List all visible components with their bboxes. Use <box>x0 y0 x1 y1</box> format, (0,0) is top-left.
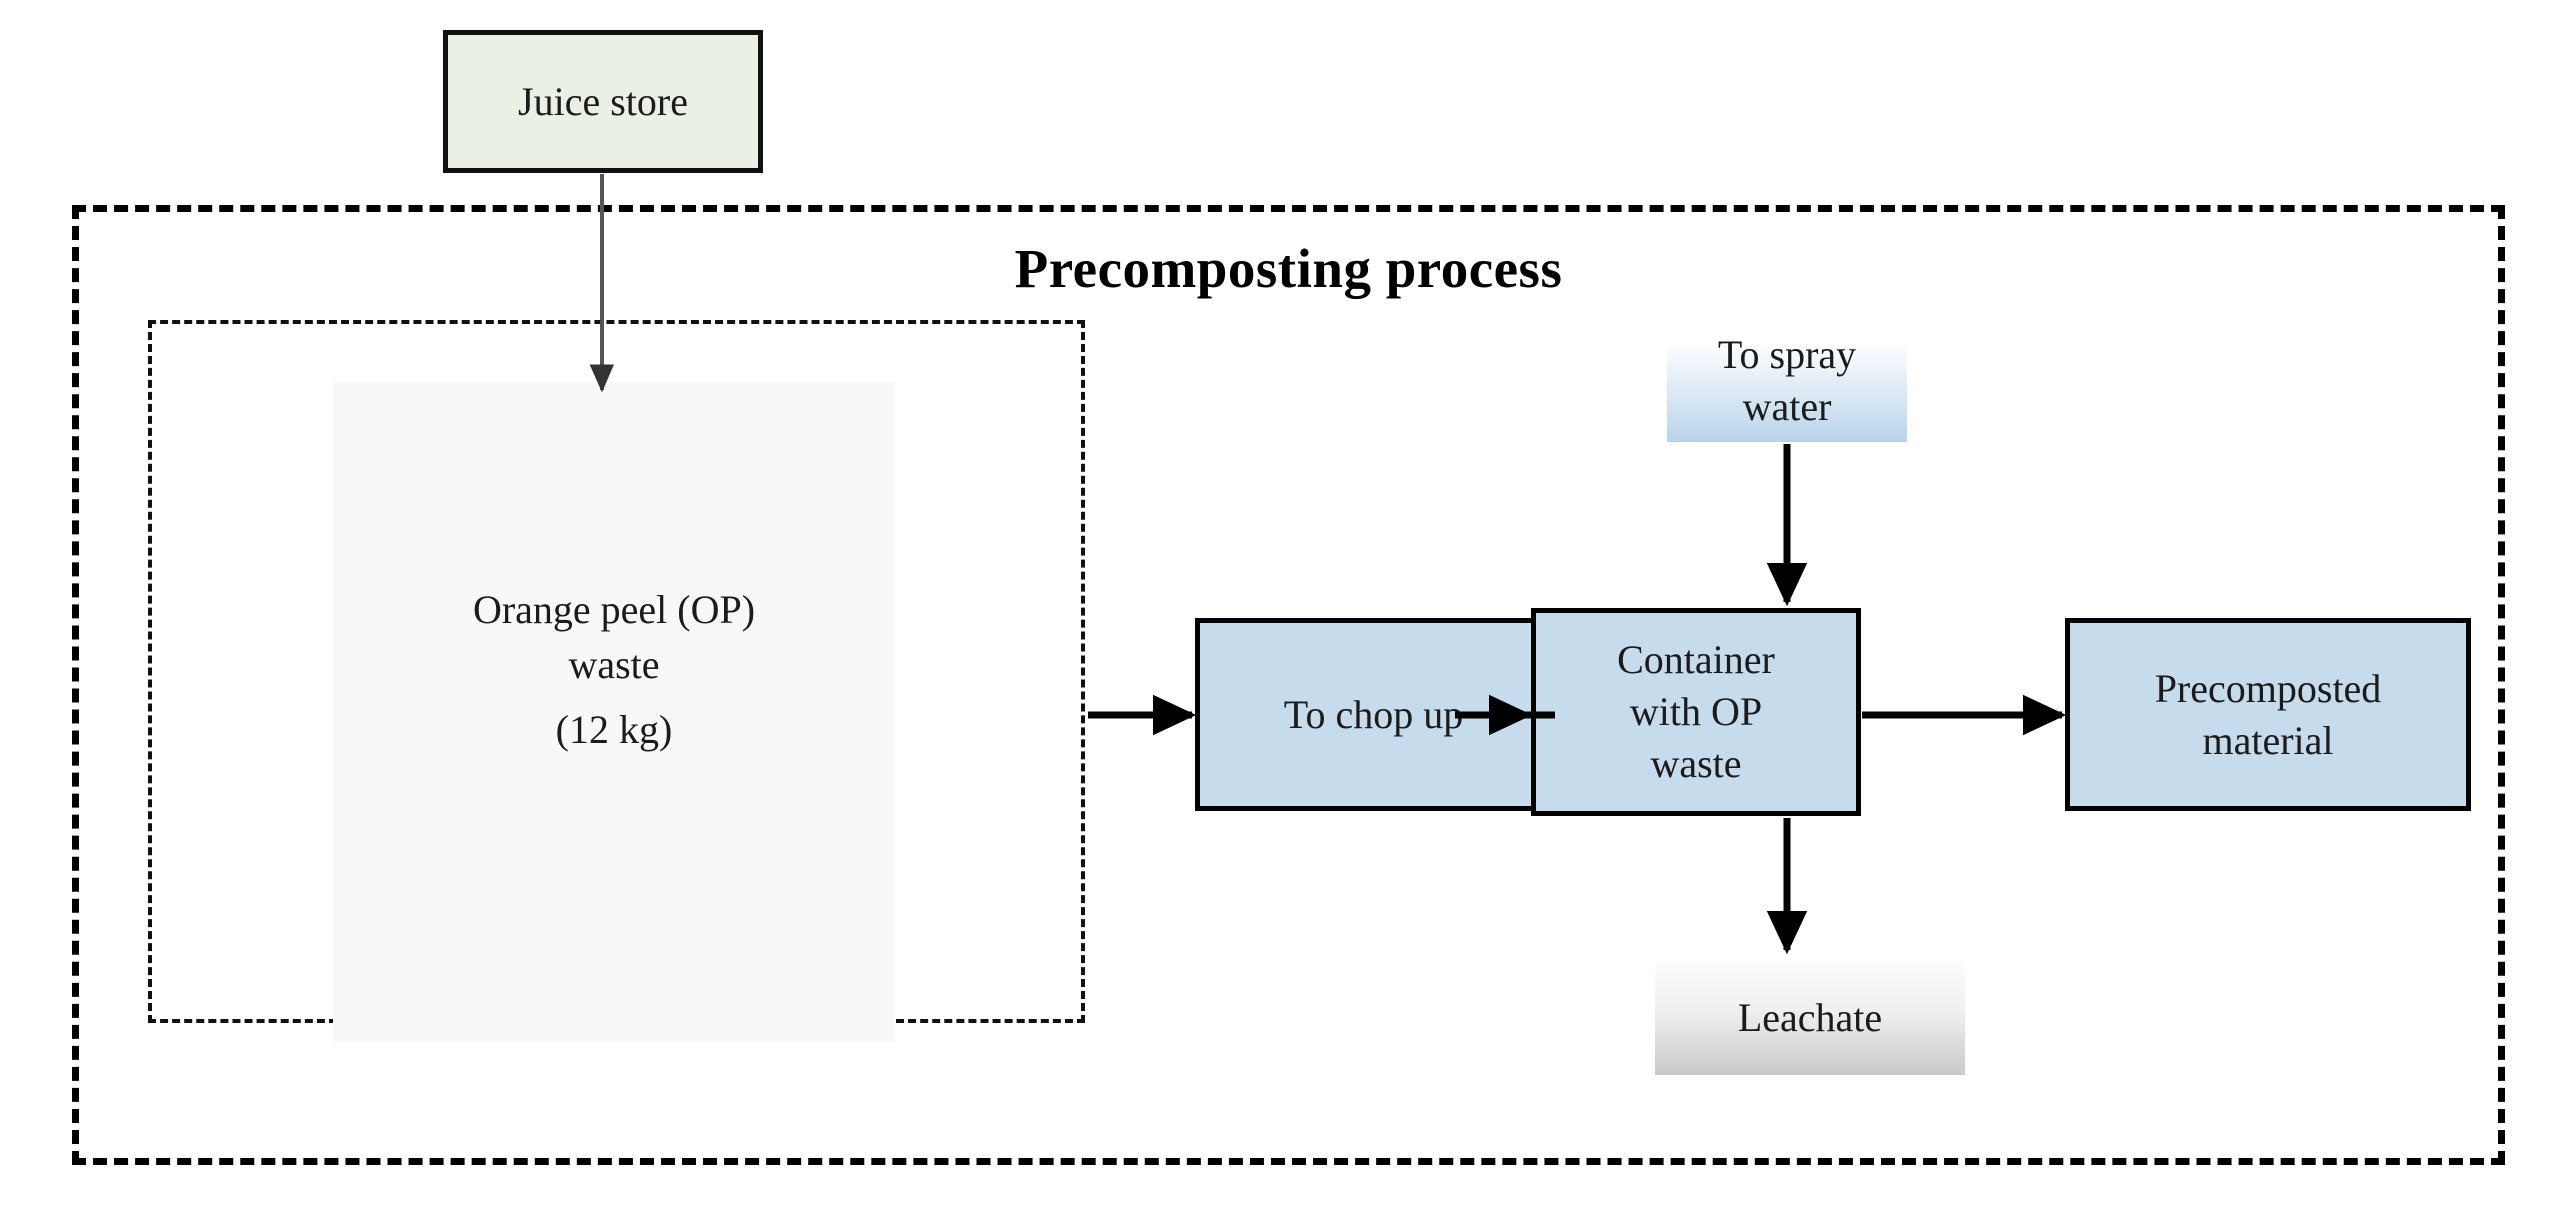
container-with-op-waste-label: Container with OP waste <box>1617 637 1775 786</box>
precomposted-material-box: Precomposted material <box>2065 618 2471 811</box>
page-title: Precomposting process <box>1014 238 1563 299</box>
container-with-op-waste-box: Container with OP waste <box>1531 608 1861 816</box>
orange-peel-waste-mass: (12 kg) <box>555 707 673 752</box>
orange-peel-waste-label: Orange peel (OP) waste <box>472 587 756 688</box>
precomposted-material-label: Precomposted material <box>2154 665 2382 763</box>
to-chop-up-box: To chop up <box>1195 618 1552 811</box>
to-chop-up-label: To chop up <box>1283 691 1464 737</box>
orange-peel-waste-panel: Orange peel (OP) waste (12 kg) <box>333 382 895 1042</box>
diagram-canvas: Juice store Precomposting process Orange… <box>0 0 2552 1210</box>
leachate-label: Leachate <box>1737 994 1883 1040</box>
juice-store-box: Juice store <box>443 30 763 173</box>
to-spray-water-box: To spray water <box>1667 320 1907 442</box>
to-spray-water-label: To spray water <box>1717 332 1857 429</box>
juice-store-label: Juice store <box>518 79 688 124</box>
leachate-box: Leachate <box>1655 960 1965 1075</box>
